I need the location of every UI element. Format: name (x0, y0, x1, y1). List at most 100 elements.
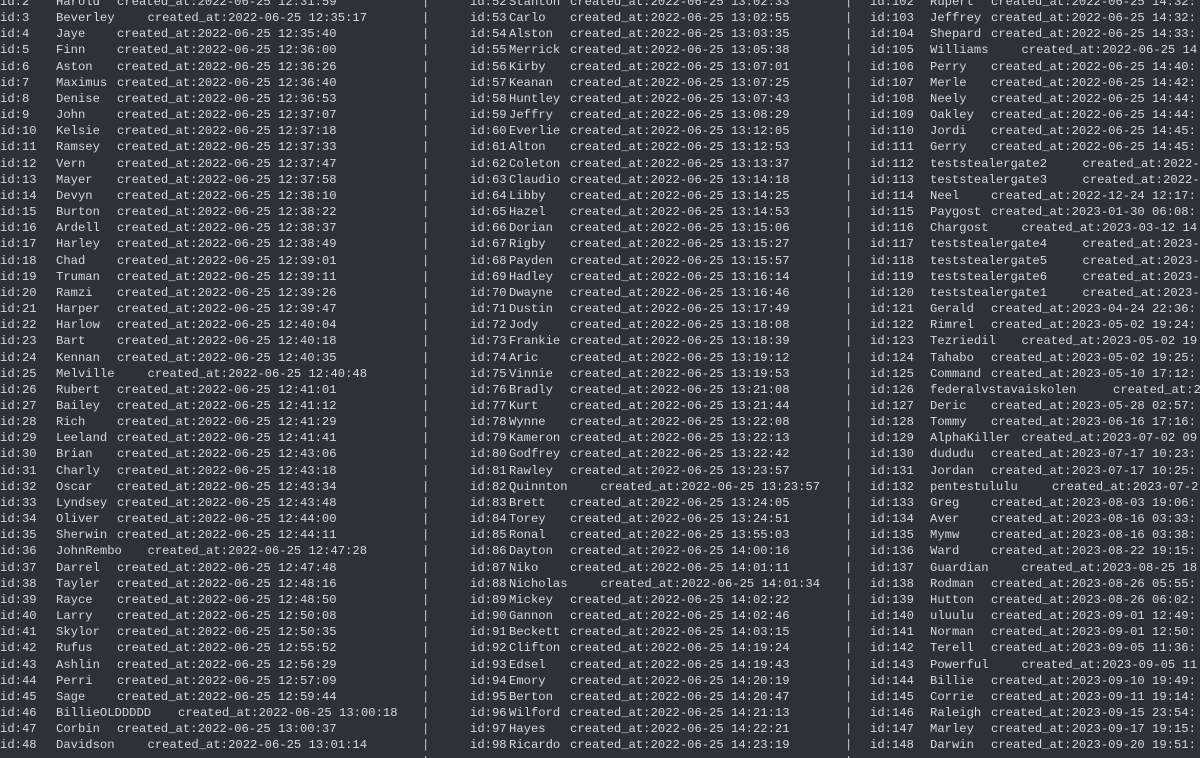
record-name: pentestululu (930, 479, 1018, 494)
record-name: Ward (930, 544, 960, 559)
record-id: id:109 (870, 108, 914, 123)
record-line: id:110 Jordi created_at: 2022-06-25 14:45: (0, 123, 1200, 139)
column-separator: | (845, 754, 852, 758)
record-id: id:113 (870, 172, 914, 187)
record-id: id:112 (870, 156, 914, 171)
record-id: id:146 (870, 706, 914, 721)
created-at-label: created_at: (991, 318, 1072, 333)
record-name: Rodman (930, 576, 974, 591)
record-line: id:120 teststealergate1 created_at: 2023- (0, 285, 1200, 301)
record-line: id:123 Tezriedil created_at: 2023-05-02 19 (0, 333, 1200, 349)
created-at-label: created_at: (1082, 285, 1163, 300)
created-at-label: created_at: (991, 706, 1072, 721)
created-at-label: created_at: (991, 689, 1072, 704)
record-line: id:112 teststealergate2 created_at: 2022- (0, 156, 1200, 172)
record-id: id:124 (870, 350, 914, 365)
record-name: teststealergate3 (930, 172, 1048, 187)
created-at-label: created_at: (991, 609, 1072, 624)
record-id: id:118 (870, 253, 914, 268)
record-line: id:143 Powerful created_at: 2023-09-05 11 (0, 657, 1200, 673)
record-name: Guardian (930, 560, 989, 575)
record-id: id:115 (870, 205, 914, 220)
record-name: Marley (930, 722, 974, 737)
record-name: Jordi (930, 124, 967, 139)
record-line: id:115 Paygost created_at: 2023-01-30 06:08… (0, 204, 1200, 220)
record-line: id:103 Jeffrey created_at: 2022-06-25 14:32… (0, 10, 1200, 26)
record-id: id:129 (870, 431, 914, 446)
created-at-label: created_at: (991, 11, 1072, 26)
record-name: uluulu (930, 609, 974, 624)
created-at-value: 2023-03-12 14 (1102, 221, 1198, 236)
record-id: id:127 (870, 399, 914, 413)
created-at-label: created_at: (1082, 172, 1163, 187)
record-id: id:106 (870, 59, 914, 74)
record-name: Neel (930, 188, 960, 203)
created-at-value: 2022-06-25 14:44: (1071, 91, 1196, 106)
record-id: id:123 (870, 334, 914, 349)
record-id: id:136 (870, 544, 914, 559)
record-name: teststealergate4 (930, 237, 1048, 252)
record-line: id:121 Gerald created_at: 2023-04-24 22:36: (0, 301, 1200, 317)
created-at-label: created_at: (991, 625, 1072, 640)
created-at-label: created_at: (991, 722, 1072, 737)
record-line: id:106 Perry created_at: 2022-06-25 14:40: (0, 59, 1200, 75)
created-at-label: created_at: (991, 108, 1072, 123)
record-name: Tommy (930, 415, 967, 430)
created-at-value: 2022-06-25 14:32: (1071, 11, 1196, 26)
terminal-output: | | | | | | | | | | | | | | | | | | | | | | | | | | | | | | | | | | | | | | | |… (0, 0, 1200, 758)
created-at-label: created_at: (991, 738, 1072, 753)
record-name: Norman (930, 625, 974, 640)
created-at-label: created_at: (1082, 269, 1163, 284)
record-line: id:146 Raleigh created_at: 2023-09-15 23:54… (0, 705, 1200, 721)
created-at-label: created_at: (991, 188, 1072, 203)
created-at-value: 2023-05-02 19:25: (1071, 350, 1196, 365)
record-name: teststealergate5 (930, 253, 1048, 268)
record-name: teststealergate1 (930, 285, 1048, 300)
created-at-label: created_at: (991, 463, 1072, 478)
record-line: id:132 pentestululu created_at: 2023-07-2 (0, 479, 1200, 495)
record-line: id:137 Guardian created_at: 2023-08-25 18 (0, 560, 1200, 576)
record-line: id:133 Greg created_at: 2023-08-03 19:06: (0, 495, 1200, 511)
record-name: Paygost (930, 205, 982, 220)
record-id: id:107 (870, 75, 914, 90)
record-name: AlphaKiller (930, 431, 1011, 446)
record-name: Billie (930, 673, 974, 688)
created-at-label: created_at: (991, 673, 1072, 688)
record-id: id:120 (870, 285, 914, 300)
record-id: id:134 (870, 512, 914, 527)
created-at-value: 2023- (1163, 253, 1200, 268)
record-line: id:109 Oakley created_at: 2022-06-25 14:44: (0, 107, 1200, 123)
record-name: Jeffrey (930, 11, 982, 26)
record-line: id:119 teststealergate6 created_at: 2023- (0, 269, 1200, 285)
created-at-label: created_at: (1082, 156, 1163, 171)
record-line: id:114 Neel created_at: 2022-12-24 12:17: (0, 188, 1200, 204)
record-name: federalvstavaiskolen (930, 382, 1077, 397)
record-name: Greg (930, 495, 960, 510)
created-at-value: 2023-09-11 19:14: (1071, 689, 1196, 704)
created-at-value: 2022-06-25 14:45: (1071, 140, 1196, 155)
record-name: Aver (930, 512, 960, 527)
created-at-value: 2023-09-15 23:54: (1071, 706, 1196, 721)
created-at-value: 2023-07-17 10:25: (1071, 463, 1196, 478)
record-name: Rimrel (930, 318, 974, 333)
record-id: id:147 (870, 722, 914, 737)
record-name: Chargost (930, 221, 989, 236)
created-at-value: 2023-09-05 11 (1102, 657, 1198, 672)
created-at-value: 2023- (1163, 269, 1200, 284)
created-at-label: created_at: (1021, 657, 1102, 672)
created-at-value: 2 (1193, 382, 1200, 397)
created-at-value: 2023-09-10 19:49: (1071, 673, 1196, 688)
created-at-value: 2022-06-25 14:45: (1071, 124, 1196, 139)
record-name: Command (930, 366, 982, 381)
record-line: id:127 Deric created_at: 2023-05-28 02:57: (0, 398, 1200, 414)
created-at-value: 2023-08-16 03:33: (1071, 512, 1196, 527)
record-name: Terell (930, 641, 974, 656)
created-at-label: created_at: (991, 302, 1072, 317)
record-name: Merle (930, 75, 967, 90)
created-at-value: 2022- (1163, 156, 1200, 171)
record-id: id:145 (870, 689, 914, 704)
record-line: id:138 Rodman created_at: 2023-08-26 05:55: (0, 576, 1200, 592)
record-name: Williams (930, 43, 989, 58)
created-at-label: created_at: (991, 399, 1072, 413)
created-at-label: created_at: (991, 350, 1072, 365)
